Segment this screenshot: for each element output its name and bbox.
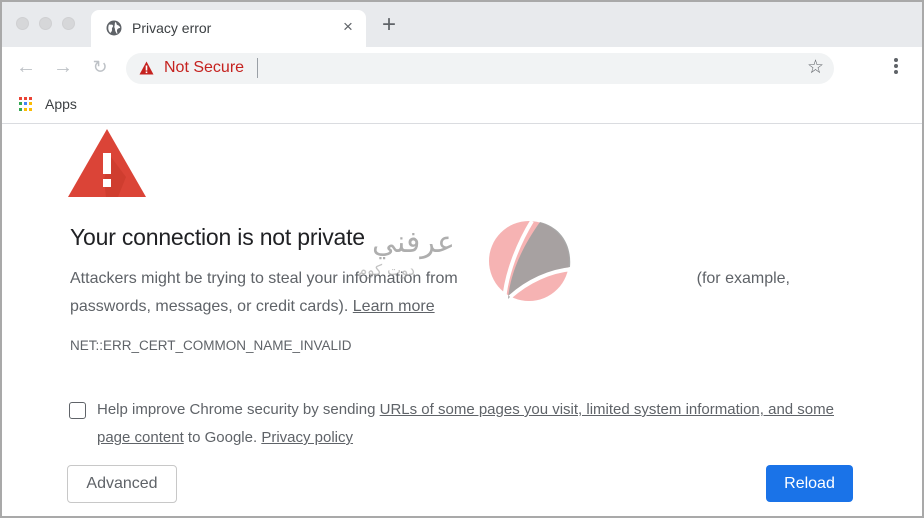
tab-strip: Privacy error × + xyxy=(2,2,922,48)
close-window-button[interactable] xyxy=(16,17,29,30)
globe-icon xyxy=(106,20,122,36)
optin-text-middle: to Google. xyxy=(187,429,258,446)
forward-button[interactable]: → xyxy=(52,56,74,78)
address-bar[interactable]: Not Secure ☆ xyxy=(126,53,834,84)
optin-text-before: Help improve Chrome security by sending xyxy=(97,401,376,418)
watermark-text: عرفني xyxy=(372,225,455,260)
not-secure-label[interactable]: Not Secure xyxy=(164,59,244,77)
help-improve-checkbox[interactable] xyxy=(69,402,86,419)
bookmark-star-icon[interactable]: ☆ xyxy=(807,58,824,78)
tab-title: Privacy error xyxy=(132,20,212,36)
more-menu-icon[interactable] xyxy=(888,56,904,78)
back-button[interactable]: ← xyxy=(15,56,37,78)
privacy-policy-link[interactable]: Privacy policy xyxy=(261,429,353,446)
error-code: NET::ERR_CERT_COMMON_NAME_INVALID xyxy=(70,338,352,353)
description-part1: Attackers might be trying to steal your … xyxy=(70,270,458,287)
tab-privacy-error[interactable]: Privacy error × xyxy=(91,10,366,48)
interstitial-content: Your connection is not private Attackers… xyxy=(2,125,922,516)
page-title: Your connection is not private xyxy=(70,224,365,250)
description: Attackers might be trying to steal your … xyxy=(70,265,840,321)
minimize-window-button[interactable] xyxy=(39,17,52,30)
maximize-window-button[interactable] xyxy=(62,17,75,30)
advanced-button[interactable]: Advanced xyxy=(67,465,177,503)
toolbar: ← → ↻ Not Secure ☆ xyxy=(2,47,922,87)
learn-more-link[interactable]: Learn more xyxy=(353,298,435,315)
apps-grid-icon[interactable] xyxy=(19,97,33,111)
warning-icon[interactable] xyxy=(139,61,154,75)
browser-window: Privacy error × + ← → ↻ Not Secure ☆ App… xyxy=(2,2,922,516)
close-tab-icon[interactable]: × xyxy=(340,18,356,36)
bookmarks-bar: Apps xyxy=(2,87,922,124)
large-warning-icon xyxy=(68,129,146,197)
optin-text: Help improve Chrome security by sending … xyxy=(97,396,857,452)
text-caret xyxy=(257,58,258,78)
reload-button[interactable]: Reload xyxy=(766,465,853,502)
new-tab-button[interactable]: + xyxy=(379,13,399,37)
apps-bookmark[interactable]: Apps xyxy=(45,96,77,112)
reload-icon[interactable]: ↻ xyxy=(89,56,111,78)
